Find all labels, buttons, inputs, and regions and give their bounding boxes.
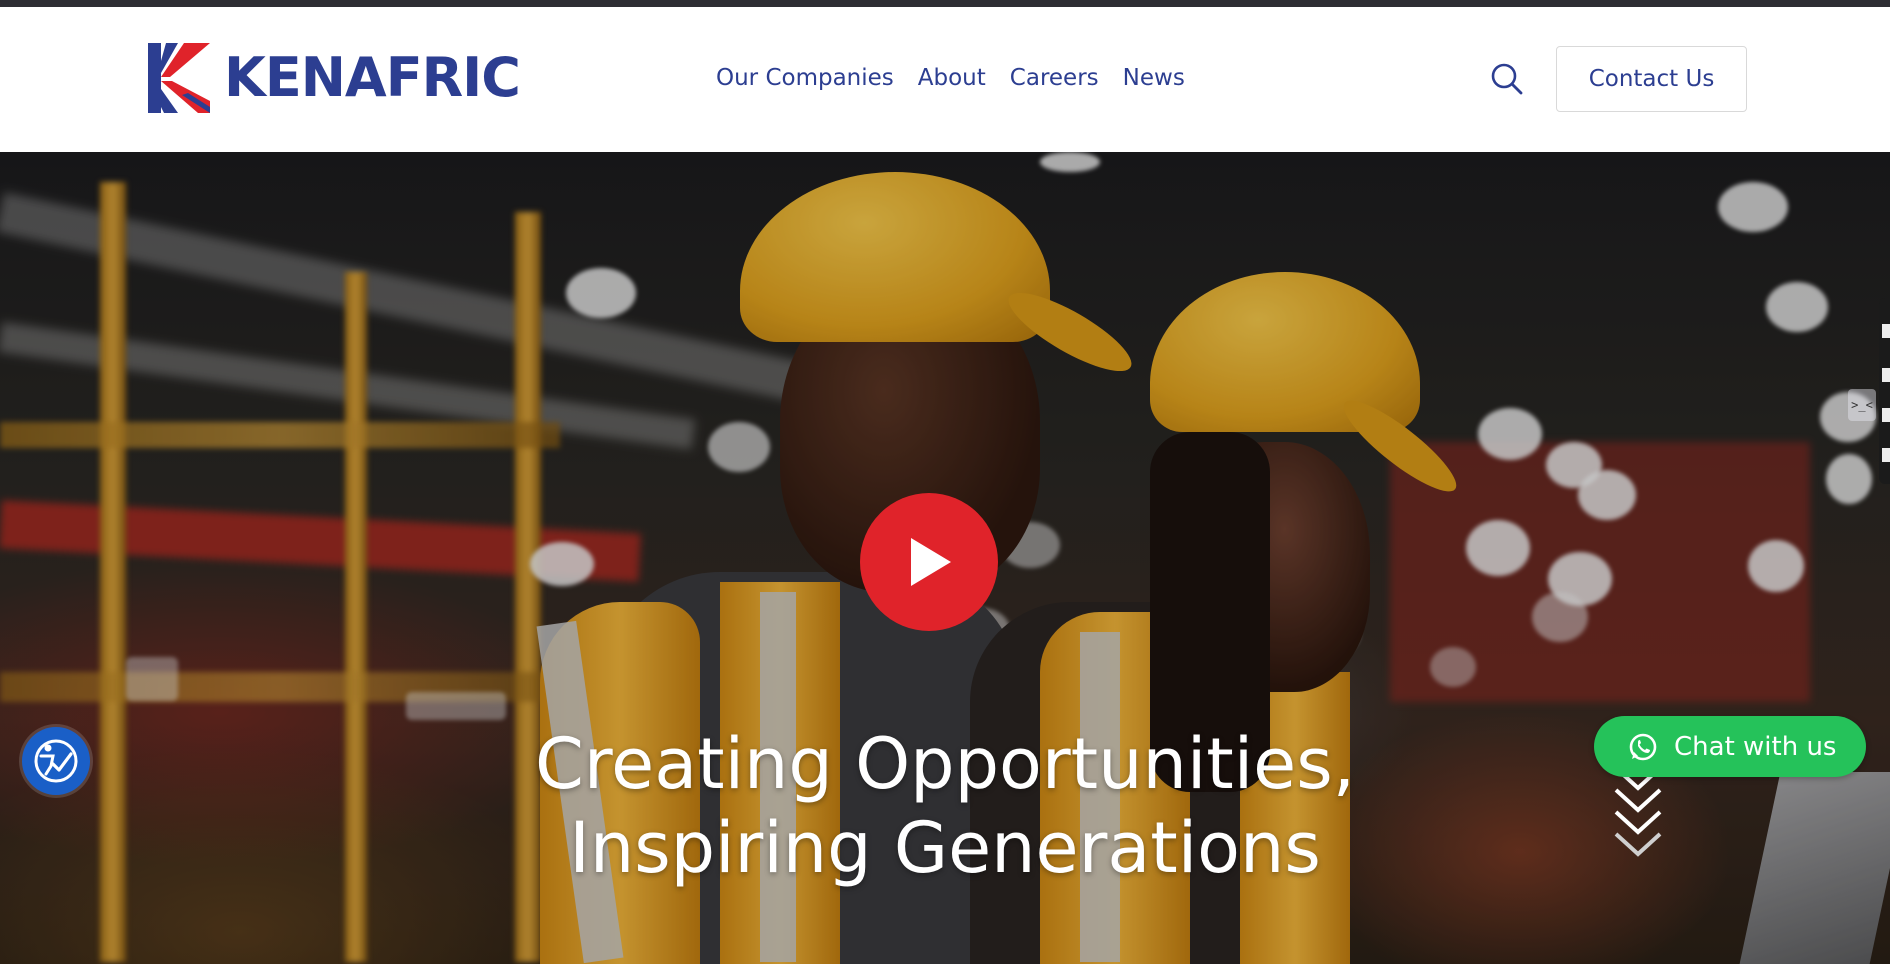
nav-item-news[interactable]: News: [1123, 65, 1185, 91]
contact-us-button[interactable]: Contact Us: [1556, 46, 1747, 112]
play-video-button[interactable]: [860, 493, 998, 631]
logo-mark-icon: [148, 43, 210, 113]
nav-item-careers[interactable]: Careers: [1010, 65, 1099, 91]
whatsapp-chat-button[interactable]: Chat with us: [1594, 716, 1866, 777]
search-button[interactable]: [1490, 62, 1524, 96]
accessibility-button[interactable]: [22, 727, 90, 795]
hero-title-line-2: Inspiring Generations: [569, 807, 1321, 889]
hero-banner: Creating Opportunities, Inspiring Genera…: [0, 152, 1890, 964]
play-icon: [911, 538, 951, 586]
accessibility-icon: [34, 739, 78, 783]
nav-item-about[interactable]: About: [918, 65, 986, 91]
logo-text: KENAFRIC: [224, 46, 521, 109]
whatsapp-icon: [1629, 733, 1657, 760]
top-strip: [0, 0, 1890, 7]
search-icon: [1491, 63, 1523, 95]
scroll-down-button[interactable]: [1608, 762, 1668, 872]
site-logo[interactable]: KENAFRIC: [148, 43, 521, 113]
side-widget-tab[interactable]: [1879, 298, 1890, 484]
side-widget-mini[interactable]: >_<: [1848, 389, 1876, 421]
hero-title-line-1: Creating Opportunities,: [535, 723, 1355, 805]
nav-item-our-companies[interactable]: Our Companies: [716, 65, 894, 91]
hero-title: Creating Opportunities, Inspiring Genera…: [340, 722, 1550, 890]
chat-label: Chat with us: [1674, 731, 1837, 762]
chevrons-down-icon: [1614, 766, 1662, 857]
site-header: KENAFRIC Our Companies About Careers New…: [0, 7, 1890, 152]
main-nav: Our Companies About Careers News: [716, 65, 1185, 91]
